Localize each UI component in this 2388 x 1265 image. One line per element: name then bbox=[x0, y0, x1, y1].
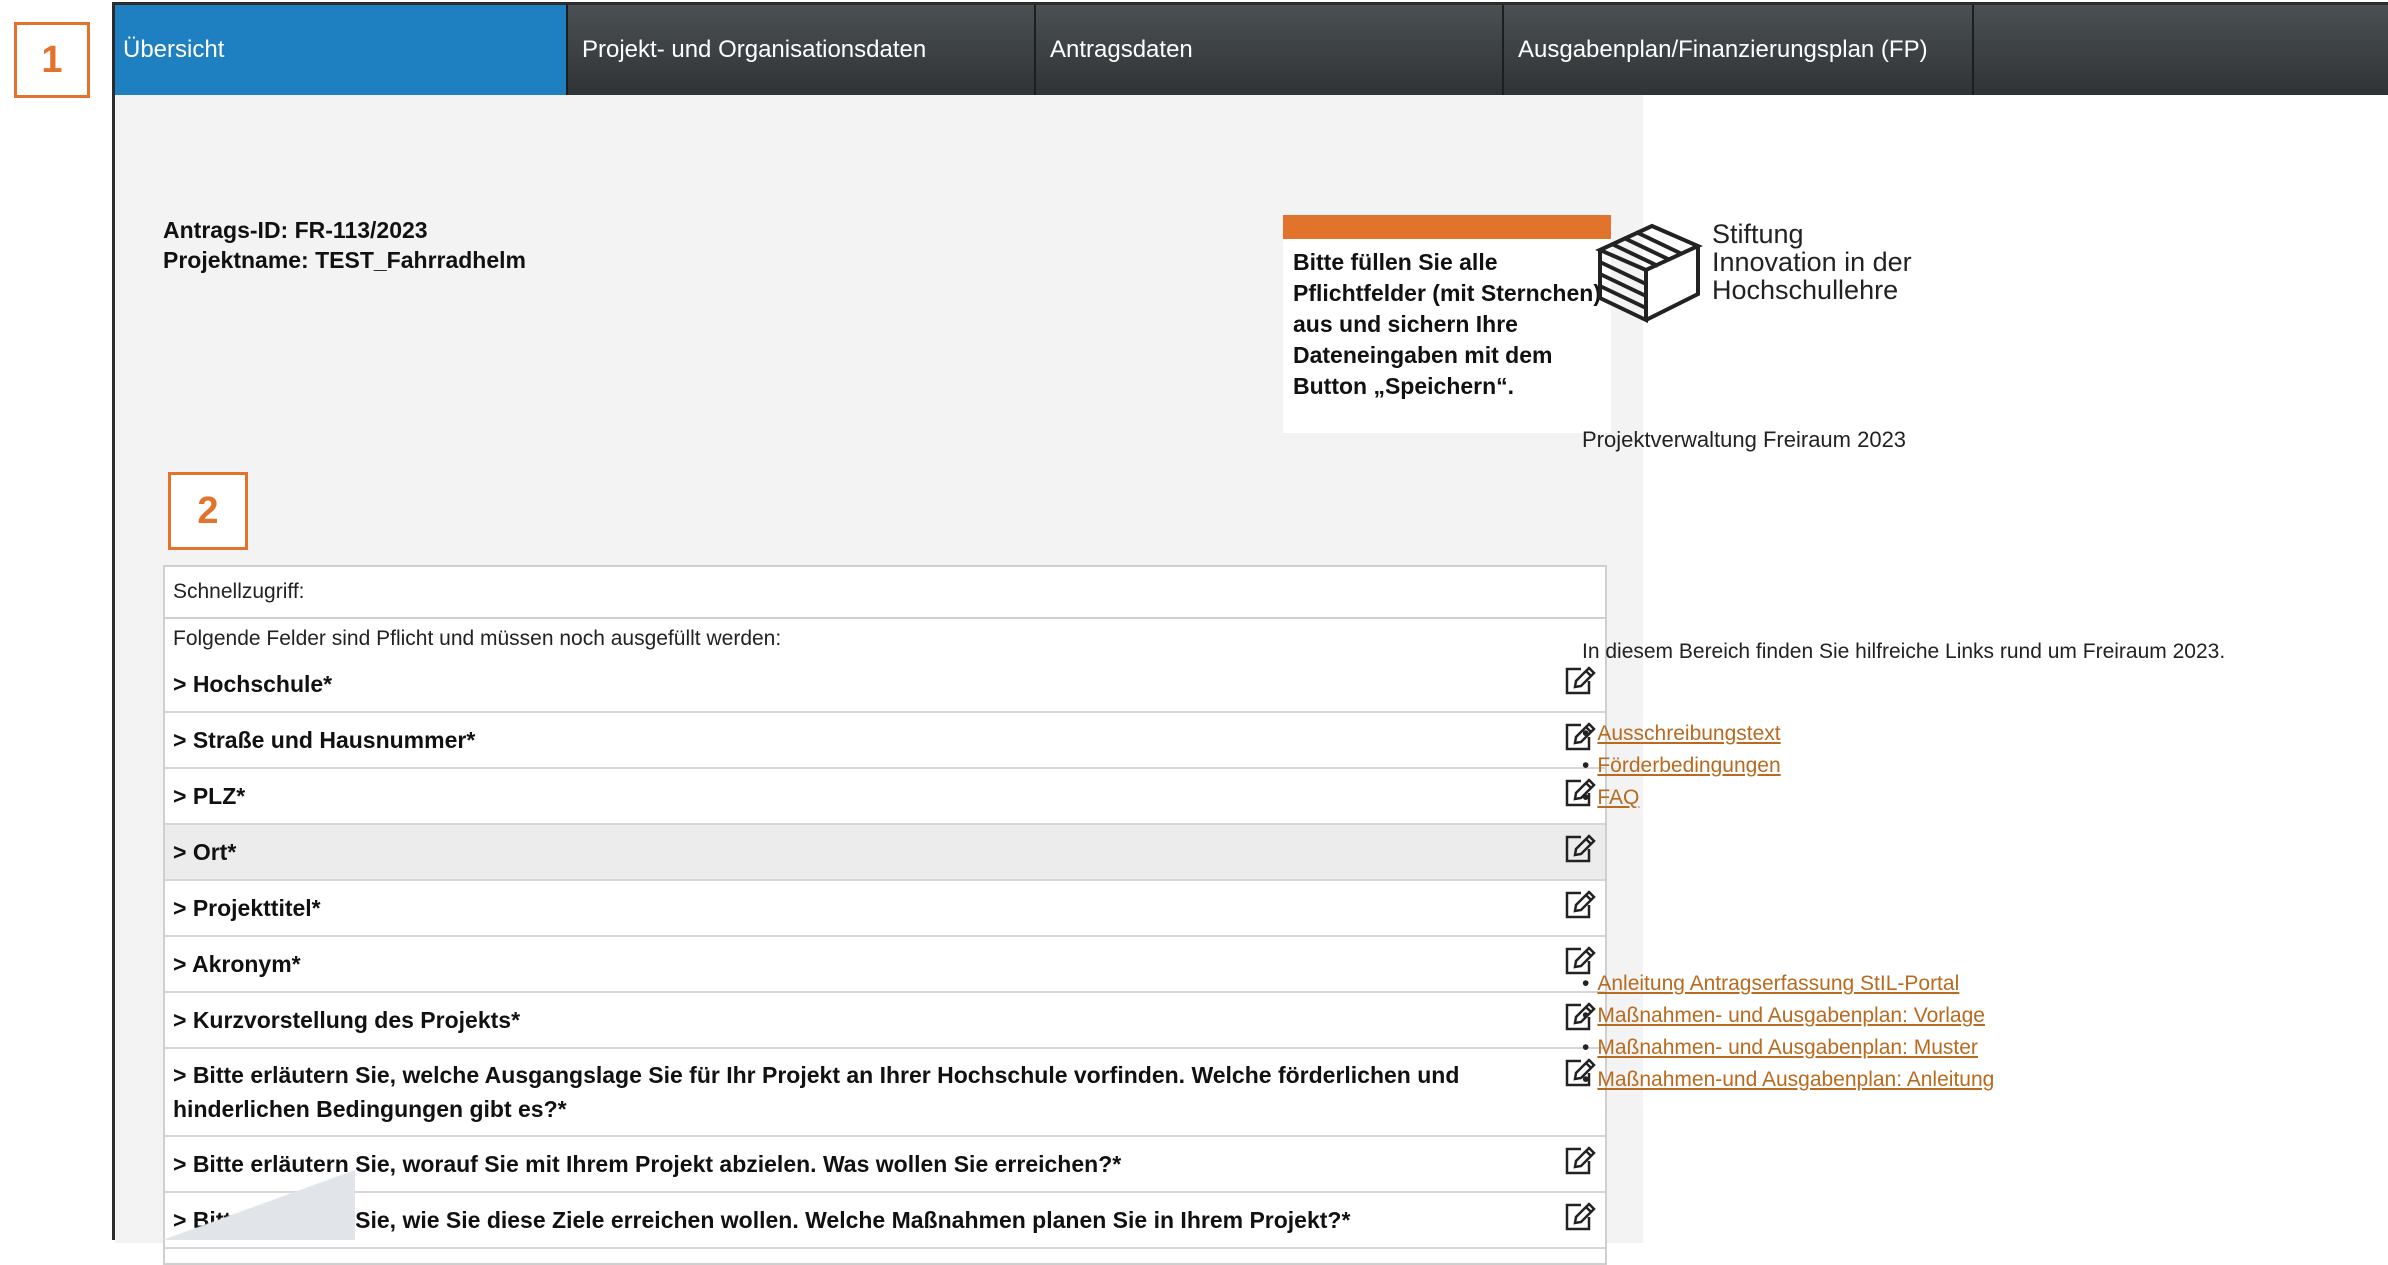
project-name: Projektname: TEST_Fahrradhelm bbox=[163, 247, 526, 273]
secondary-links-list: Anleitung Antragserfassung StIL-Portal Ma… bbox=[1582, 968, 1994, 1096]
edit-icon[interactable] bbox=[1561, 887, 1597, 923]
tab-projekt-organisationsdaten[interactable]: Projekt- und Organisationsdaten bbox=[568, 5, 1036, 95]
sidebar-link[interactable]: FAQ bbox=[1597, 786, 1639, 809]
required-field-row[interactable]: > Bitte erläutern Sie, welche Ausgangsla… bbox=[165, 1049, 1605, 1137]
stiftung-logo-icon bbox=[1595, 223, 1703, 324]
callout-marker-2: 2 bbox=[168, 472, 248, 550]
required-field-row[interactable]: > Bitte erläutern Sie, wie Sie diese Zie… bbox=[165, 1193, 1605, 1249]
sidebar-link[interactable]: Maßnahmen- und Ausgabenplan: Muster bbox=[1597, 1036, 1978, 1059]
tab-ausgabenplan[interactable]: Ausgabenplan/Finanzierungsplan (FP) bbox=[1504, 5, 1974, 95]
logo-wordmark: Stiftung Innovation in der Hochschullehr… bbox=[1712, 220, 1912, 304]
tab-uebersicht[interactable]: Übersicht bbox=[115, 5, 568, 95]
required-field-row[interactable]: > Hochschule* bbox=[165, 657, 1605, 713]
logo-line-2: Innovation in der bbox=[1712, 247, 1912, 277]
quick-access-intro: Folgende Felder sind Pflicht und müssen … bbox=[173, 627, 782, 650]
required-field-label[interactable]: > Bitte erläutern Sie, worauf Sie mit Ih… bbox=[173, 1147, 1543, 1181]
edit-icon[interactable] bbox=[1561, 831, 1597, 867]
edit-icon[interactable] bbox=[1561, 1143, 1597, 1179]
edit-icon[interactable] bbox=[1561, 663, 1597, 699]
quick-access-list: > Hochschule* > Straße und Hausnummer* > P… bbox=[165, 657, 1605, 1249]
sidebar-subtitle: Projektverwaltung Freiraum 2023 bbox=[1582, 427, 1907, 452]
logo-line-1: Stiftung bbox=[1712, 219, 1804, 249]
sidebar-link-item: Maßnahmen- und Ausgabenplan: Vorlage bbox=[1582, 1000, 1994, 1032]
logo-line-3: Hochschullehre bbox=[1712, 275, 1899, 305]
sidebar-link[interactable]: Ausschreibungstext bbox=[1597, 722, 1780, 745]
required-field-label[interactable]: > Kurzvorstellung des Projekts* bbox=[173, 1003, 1543, 1037]
sidebar-link[interactable]: Anleitung Antragserfassung StIL-Portal bbox=[1597, 972, 1959, 995]
primary-links-list: Ausschreibungstext Förderbedingungen FAQ bbox=[1582, 718, 1781, 814]
sidebar-link-item: Maßnahmen- und Ausgabenplan: Muster bbox=[1582, 1032, 1994, 1064]
sidebar-link[interactable]: Maßnahmen-und Ausgabenplan: Anleitung bbox=[1597, 1068, 1994, 1091]
required-field-row[interactable]: > Kurzvorstellung des Projekts* bbox=[165, 993, 1605, 1049]
tab-antragsdaten[interactable]: Antragsdaten bbox=[1036, 5, 1504, 95]
sidebar-link[interactable]: Maßnahmen- und Ausgabenplan: Vorlage bbox=[1597, 1004, 1985, 1027]
tab-bar: Übersicht Projekt- und Organisationsdate… bbox=[115, 5, 2388, 95]
required-field-label[interactable]: > Bitte erläutern Sie, welche Ausgangsla… bbox=[173, 1058, 1543, 1126]
quick-access-title: Schnellzugriff: bbox=[165, 567, 1605, 619]
main-panel: Antrags-ID: FR-113/2023 Projektname: TES… bbox=[115, 95, 1643, 1265]
sidebar-link-item: Maßnahmen-und Ausgabenplan: Anleitung bbox=[1582, 1064, 1994, 1096]
required-field-label[interactable]: > PLZ* bbox=[173, 779, 1543, 813]
notice-accent-bar bbox=[1283, 215, 1611, 239]
required-field-label[interactable]: > Akronym* bbox=[173, 947, 1543, 981]
required-field-row[interactable]: > Ort* bbox=[165, 825, 1605, 881]
required-field-row[interactable]: > Bitte erläutern Sie, worauf Sie mit Ih… bbox=[165, 1137, 1605, 1193]
required-field-row[interactable]: > PLZ* bbox=[165, 769, 1605, 825]
required-field-label[interactable]: > Hochschule* bbox=[173, 667, 1543, 701]
required-fields-notice: Bitte füllen Sie alle Pflichtfelder (mit… bbox=[1283, 215, 1611, 433]
required-field-label[interactable]: > Projekttitel* bbox=[173, 891, 1543, 925]
sidebar-link-item: FAQ bbox=[1582, 782, 1781, 814]
edit-icon[interactable] bbox=[1561, 1199, 1597, 1235]
decorative-shadow bbox=[115, 1170, 355, 1240]
required-field-row[interactable]: > Akronym* bbox=[165, 937, 1605, 993]
callout-marker-1: 1 bbox=[14, 22, 90, 98]
app-window: Übersicht Projekt- und Organisationsdate… bbox=[112, 2, 2388, 1265]
required-field-label[interactable]: > Straße und Hausnummer* bbox=[173, 723, 1543, 757]
sidebar-info-text: In diesem Bereich finden Sie hilfreiche … bbox=[1582, 640, 2226, 663]
application-id: Antrags-ID: FR-113/2023 bbox=[163, 217, 428, 243]
application-info: Antrags-ID: FR-113/2023 Projektname: TES… bbox=[163, 215, 526, 275]
sidebar-link-item: Anleitung Antragserfassung StIL-Portal bbox=[1582, 968, 1994, 1000]
sidebar-link-item: Förderbedingungen bbox=[1582, 750, 1780, 782]
sidebar-link[interactable]: Förderbedingungen bbox=[1597, 754, 1780, 777]
required-field-label[interactable]: > Bitte erläutern Sie, wie Sie diese Zie… bbox=[173, 1203, 1543, 1237]
quick-access-panel: Schnellzugriff: Folgende Felder sind Pfl… bbox=[163, 565, 1607, 1265]
notice-text: Bitte füllen Sie alle Pflichtfelder (mit… bbox=[1293, 249, 1601, 399]
required-field-label[interactable]: > Ort* bbox=[173, 835, 1543, 869]
required-field-row[interactable]: > Projekttitel* bbox=[165, 881, 1605, 937]
required-field-row[interactable]: > Straße und Hausnummer* bbox=[165, 713, 1605, 769]
sidebar-link-item: Ausschreibungstext bbox=[1582, 718, 1781, 750]
